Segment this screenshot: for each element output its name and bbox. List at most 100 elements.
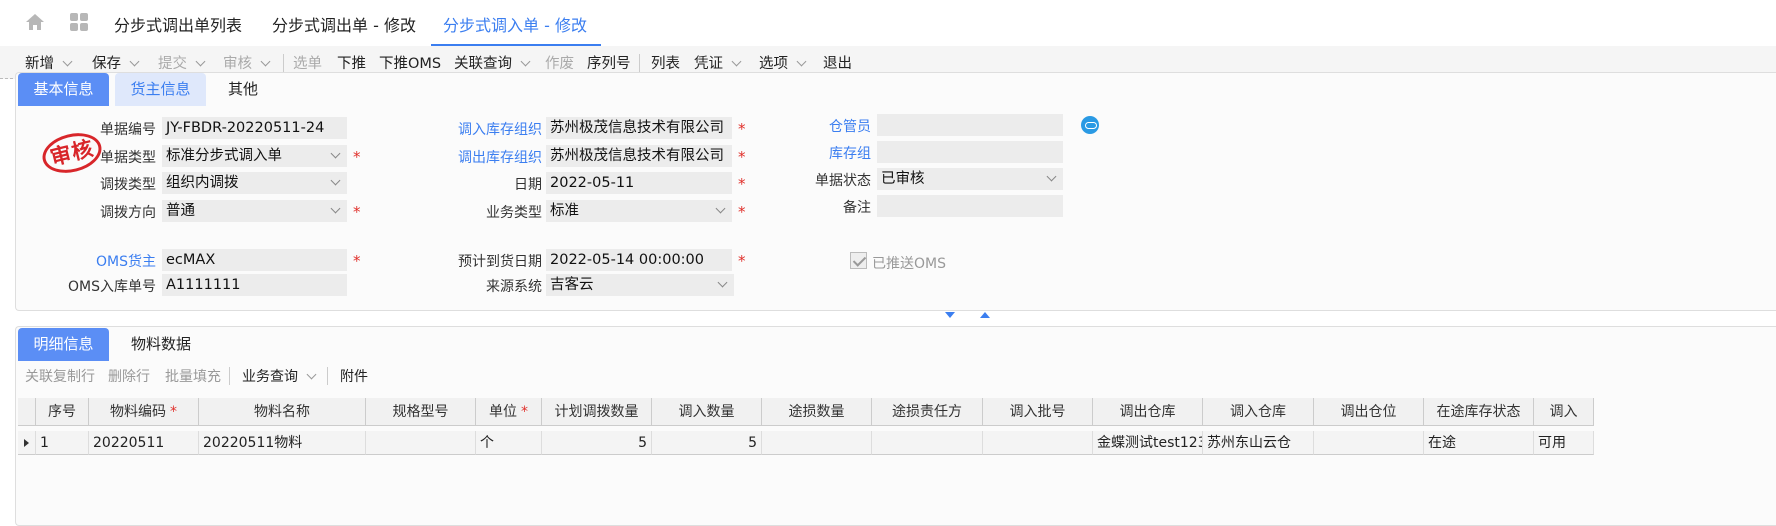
status-select[interactable]: 已审核	[877, 168, 1063, 190]
doc-no-field[interactable]: JY-FBDR-20220511-24	[162, 117, 347, 139]
chevron-down-icon[interactable]	[330, 175, 341, 186]
submit-button[interactable]: 提交	[158, 52, 206, 73]
push-oms-button[interactable]: 下推OMS	[379, 52, 441, 73]
column-header[interactable]: 调入仓库	[1203, 398, 1314, 426]
keeper-label[interactable]: 仓管员	[829, 116, 871, 136]
column-header[interactable]: 单位 *	[476, 398, 542, 426]
direction-select[interactable]: 普通	[162, 200, 347, 222]
remark-field[interactable]	[877, 195, 1063, 217]
save-button[interactable]: 保存	[92, 52, 140, 73]
select-button[interactable]: 选单	[293, 52, 322, 73]
void-button[interactable]: 作废	[545, 52, 574, 73]
transfer-type-select[interactable]: 组织内调拨	[162, 172, 347, 194]
source-select[interactable]: 吉客云	[546, 274, 734, 296]
chevron-down-icon[interactable]	[62, 56, 73, 67]
table-cell[interactable]: 可用	[1534, 431, 1594, 455]
out-org-field[interactable]: 苏州极茂信息技术有限公司	[546, 145, 732, 167]
in-org-field[interactable]: 苏州极茂信息技术有限公司	[546, 117, 732, 139]
delete-row-button[interactable]: 删除行	[108, 366, 150, 386]
collapse-up-icon[interactable]	[980, 312, 990, 318]
oms-owner-field[interactable]: ecMAX	[162, 249, 347, 271]
stock-group-label[interactable]: 库存组	[829, 143, 871, 163]
grid-icon[interactable]	[70, 13, 89, 32]
column-header[interactable]: 调出仓位	[1314, 398, 1424, 426]
new-button[interactable]: 新增	[25, 52, 73, 73]
voucher-button[interactable]: 凭证	[694, 52, 742, 73]
row-selector[interactable]	[18, 431, 36, 455]
table-cell[interactable]	[762, 431, 872, 455]
tab-transfer-out-edit[interactable]: 分步式调出单 - 修改	[272, 12, 416, 46]
column-header[interactable]: 途损数量	[762, 398, 872, 426]
audit-button[interactable]: 审核	[223, 52, 271, 73]
table-cell[interactable]: 1	[36, 431, 89, 455]
table-cell[interactable]: 金蝶测试test123	[1093, 431, 1203, 455]
chevron-down-icon[interactable]	[195, 56, 206, 67]
biz-query-button[interactable]: 业务查询	[242, 366, 317, 386]
list-button[interactable]: 列表	[651, 52, 680, 73]
table-cell[interactable]: 在途	[1424, 431, 1534, 455]
collapse-down-icon[interactable]	[945, 312, 955, 318]
chevron-down-icon[interactable]	[796, 56, 807, 67]
doc-type-select[interactable]: 标准分步式调入单	[162, 145, 347, 167]
attachment-button[interactable]: 附件	[340, 366, 368, 386]
table-cell[interactable]: 20220511	[89, 431, 199, 455]
column-header[interactable]: 途损责任方	[872, 398, 983, 426]
chevron-down-icon[interactable]	[731, 56, 742, 67]
tab-material-data[interactable]: 物料数据	[118, 328, 204, 361]
push-button[interactable]: 下推	[337, 52, 366, 73]
serial-button[interactable]: 序列号	[587, 52, 631, 73]
table-cell[interactable]	[872, 431, 983, 455]
options-button[interactable]: 选项	[759, 52, 807, 73]
column-header[interactable]: 物料编码 *	[89, 398, 199, 426]
tab-basic-info[interactable]: 基本信息	[18, 73, 109, 106]
tab-owner-info[interactable]: 货主信息	[115, 73, 206, 106]
copy-row-button[interactable]: 关联复制行	[25, 366, 95, 386]
column-header[interactable]: 调入批号	[983, 398, 1093, 426]
cloud-icon[interactable]	[1081, 116, 1099, 134]
chevron-down-icon[interactable]	[330, 148, 341, 159]
home-icon[interactable]	[25, 13, 45, 31]
table-cell[interactable]: 20220511物料	[199, 431, 366, 455]
column-header[interactable]: 调入数量	[652, 398, 762, 426]
column-header[interactable]: 在途库存状态	[1424, 398, 1534, 426]
stock-group-field[interactable]	[877, 141, 1063, 163]
table-cell[interactable]	[983, 431, 1093, 455]
column-header[interactable]: 序号	[36, 398, 89, 426]
table-cell[interactable]: 5	[652, 431, 762, 455]
table-cell[interactable]: 5	[542, 431, 652, 455]
oms-in-no-field[interactable]: A1111111	[162, 274, 347, 296]
tab-transfer-out-list[interactable]: 分步式调出单列表	[114, 12, 242, 46]
exit-button[interactable]: 退出	[823, 52, 852, 73]
column-header[interactable]: 规格型号	[366, 398, 476, 426]
table-cell[interactable]	[366, 431, 476, 455]
arrival-field[interactable]: 2022-05-14 00:00:00	[546, 249, 732, 271]
chevron-down-icon[interactable]	[306, 369, 317, 380]
batch-fill-button[interactable]: 批量填充	[165, 366, 221, 386]
date-field[interactable]: 2022-05-11	[546, 172, 732, 194]
out-org-label[interactable]: 调出库存组织	[458, 147, 542, 167]
chevron-down-icon[interactable]	[330, 203, 341, 214]
oms-owner-label[interactable]: OMS货主	[96, 251, 156, 271]
biz-type-select[interactable]: 标准	[546, 200, 732, 222]
column-header[interactable]: 调入	[1534, 398, 1594, 426]
tab-detail-info[interactable]: 明细信息	[18, 328, 109, 361]
table-cell[interactable]: 个	[476, 431, 542, 455]
chevron-down-icon[interactable]	[717, 277, 728, 288]
related-query-button[interactable]: 关联查询	[454, 52, 531, 73]
pushed-oms-checkbox[interactable]	[850, 252, 867, 269]
tab-transfer-in-edit[interactable]: 分步式调入单 - 修改 ✕	[431, 12, 601, 63]
keeper-field[interactable]	[877, 114, 1063, 136]
in-org-label[interactable]: 调入库存组织	[458, 119, 542, 139]
chevron-down-icon[interactable]	[129, 56, 140, 67]
chevron-down-icon[interactable]	[1046, 171, 1057, 182]
column-header[interactable]: 调出仓库	[1093, 398, 1203, 426]
column-header[interactable]: 物料名称	[199, 398, 366, 426]
chevron-down-icon[interactable]	[520, 56, 531, 67]
table-cell[interactable]: 苏州东山云仓	[1203, 431, 1314, 455]
chevron-down-icon[interactable]	[260, 56, 271, 67]
chevron-down-icon[interactable]	[715, 203, 726, 214]
column-header[interactable]: 计划调拨数量	[542, 398, 652, 426]
tab-other[interactable]: 其他	[212, 73, 274, 106]
new-label: 新增	[25, 56, 54, 72]
table-cell[interactable]	[1314, 431, 1424, 455]
